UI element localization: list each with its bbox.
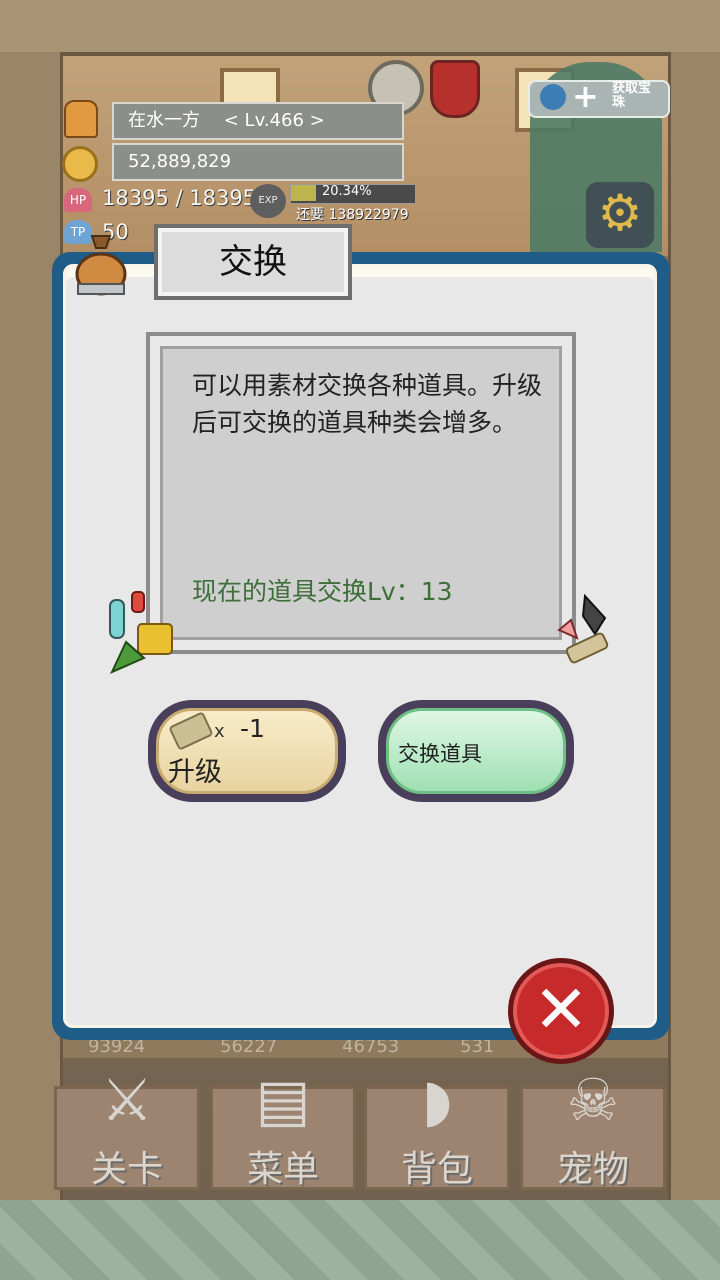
exchange-description: 可以用素材交换各种道具。升级后可交换的道具种类会增多。 [192, 371, 543, 437]
exp-icon: EXP [250, 184, 286, 218]
orb-icon [540, 84, 566, 110]
exchange-level: 现在的道具交换Lv：13 [192, 577, 453, 606]
tiled-floor [0, 1200, 720, 1280]
cost-multiplier: x [214, 721, 225, 742]
upgrade-cost: -1 [240, 714, 265, 743]
player-level: < Lv.466 > [223, 110, 325, 131]
exp-percent: 20.34% [322, 184, 372, 199]
nav-backpack-label: 背包 [400, 1149, 473, 1190]
upgrade-label: 升级 [168, 757, 222, 788]
gear-icon: ⚙ [597, 184, 643, 242]
hp-heart-icon: HP [64, 188, 92, 212]
player-name: 在水一方 [128, 110, 200, 131]
nav-pets-label: 宠物 [556, 1149, 629, 1190]
wall-right-beam [668, 52, 720, 1202]
shield-decoration [430, 60, 480, 118]
nav-menu-label: 菜单 [246, 1149, 319, 1190]
gold-coin-icon [62, 146, 98, 182]
wall-top-beam [0, 0, 720, 56]
get-orb-label: 获取宝珠 [612, 81, 652, 110]
hp-value: 18395 / 18395 [102, 186, 257, 210]
exp-remaining: 还要 138922979 [296, 207, 409, 223]
nav-stages-label: 关卡 [90, 1149, 163, 1190]
potions-herb-icon [109, 591, 173, 674]
item-bag-icon [75, 235, 127, 296]
book-icon: ▤ [255, 1066, 311, 1134]
dragon-skull-icon: ☠ [567, 1066, 619, 1134]
plus-icon: + [572, 77, 599, 115]
avatar-icon [64, 100, 98, 138]
gold-amount: 52,889,829 [112, 143, 404, 181]
backpack-icon: ◗ [421, 1066, 453, 1134]
exp-bar-fill [291, 185, 316, 201]
crystal-scroll-icon [557, 594, 609, 664]
crossed-swords-icon: ⚔ [101, 1066, 153, 1134]
close-icon: ✕ [533, 971, 589, 1048]
exchange-items-label: 交换道具 [398, 742, 482, 766]
dialog-title: 交换 [219, 242, 287, 282]
player-name-box: 在水一方 < Lv.466 > [112, 102, 404, 140]
